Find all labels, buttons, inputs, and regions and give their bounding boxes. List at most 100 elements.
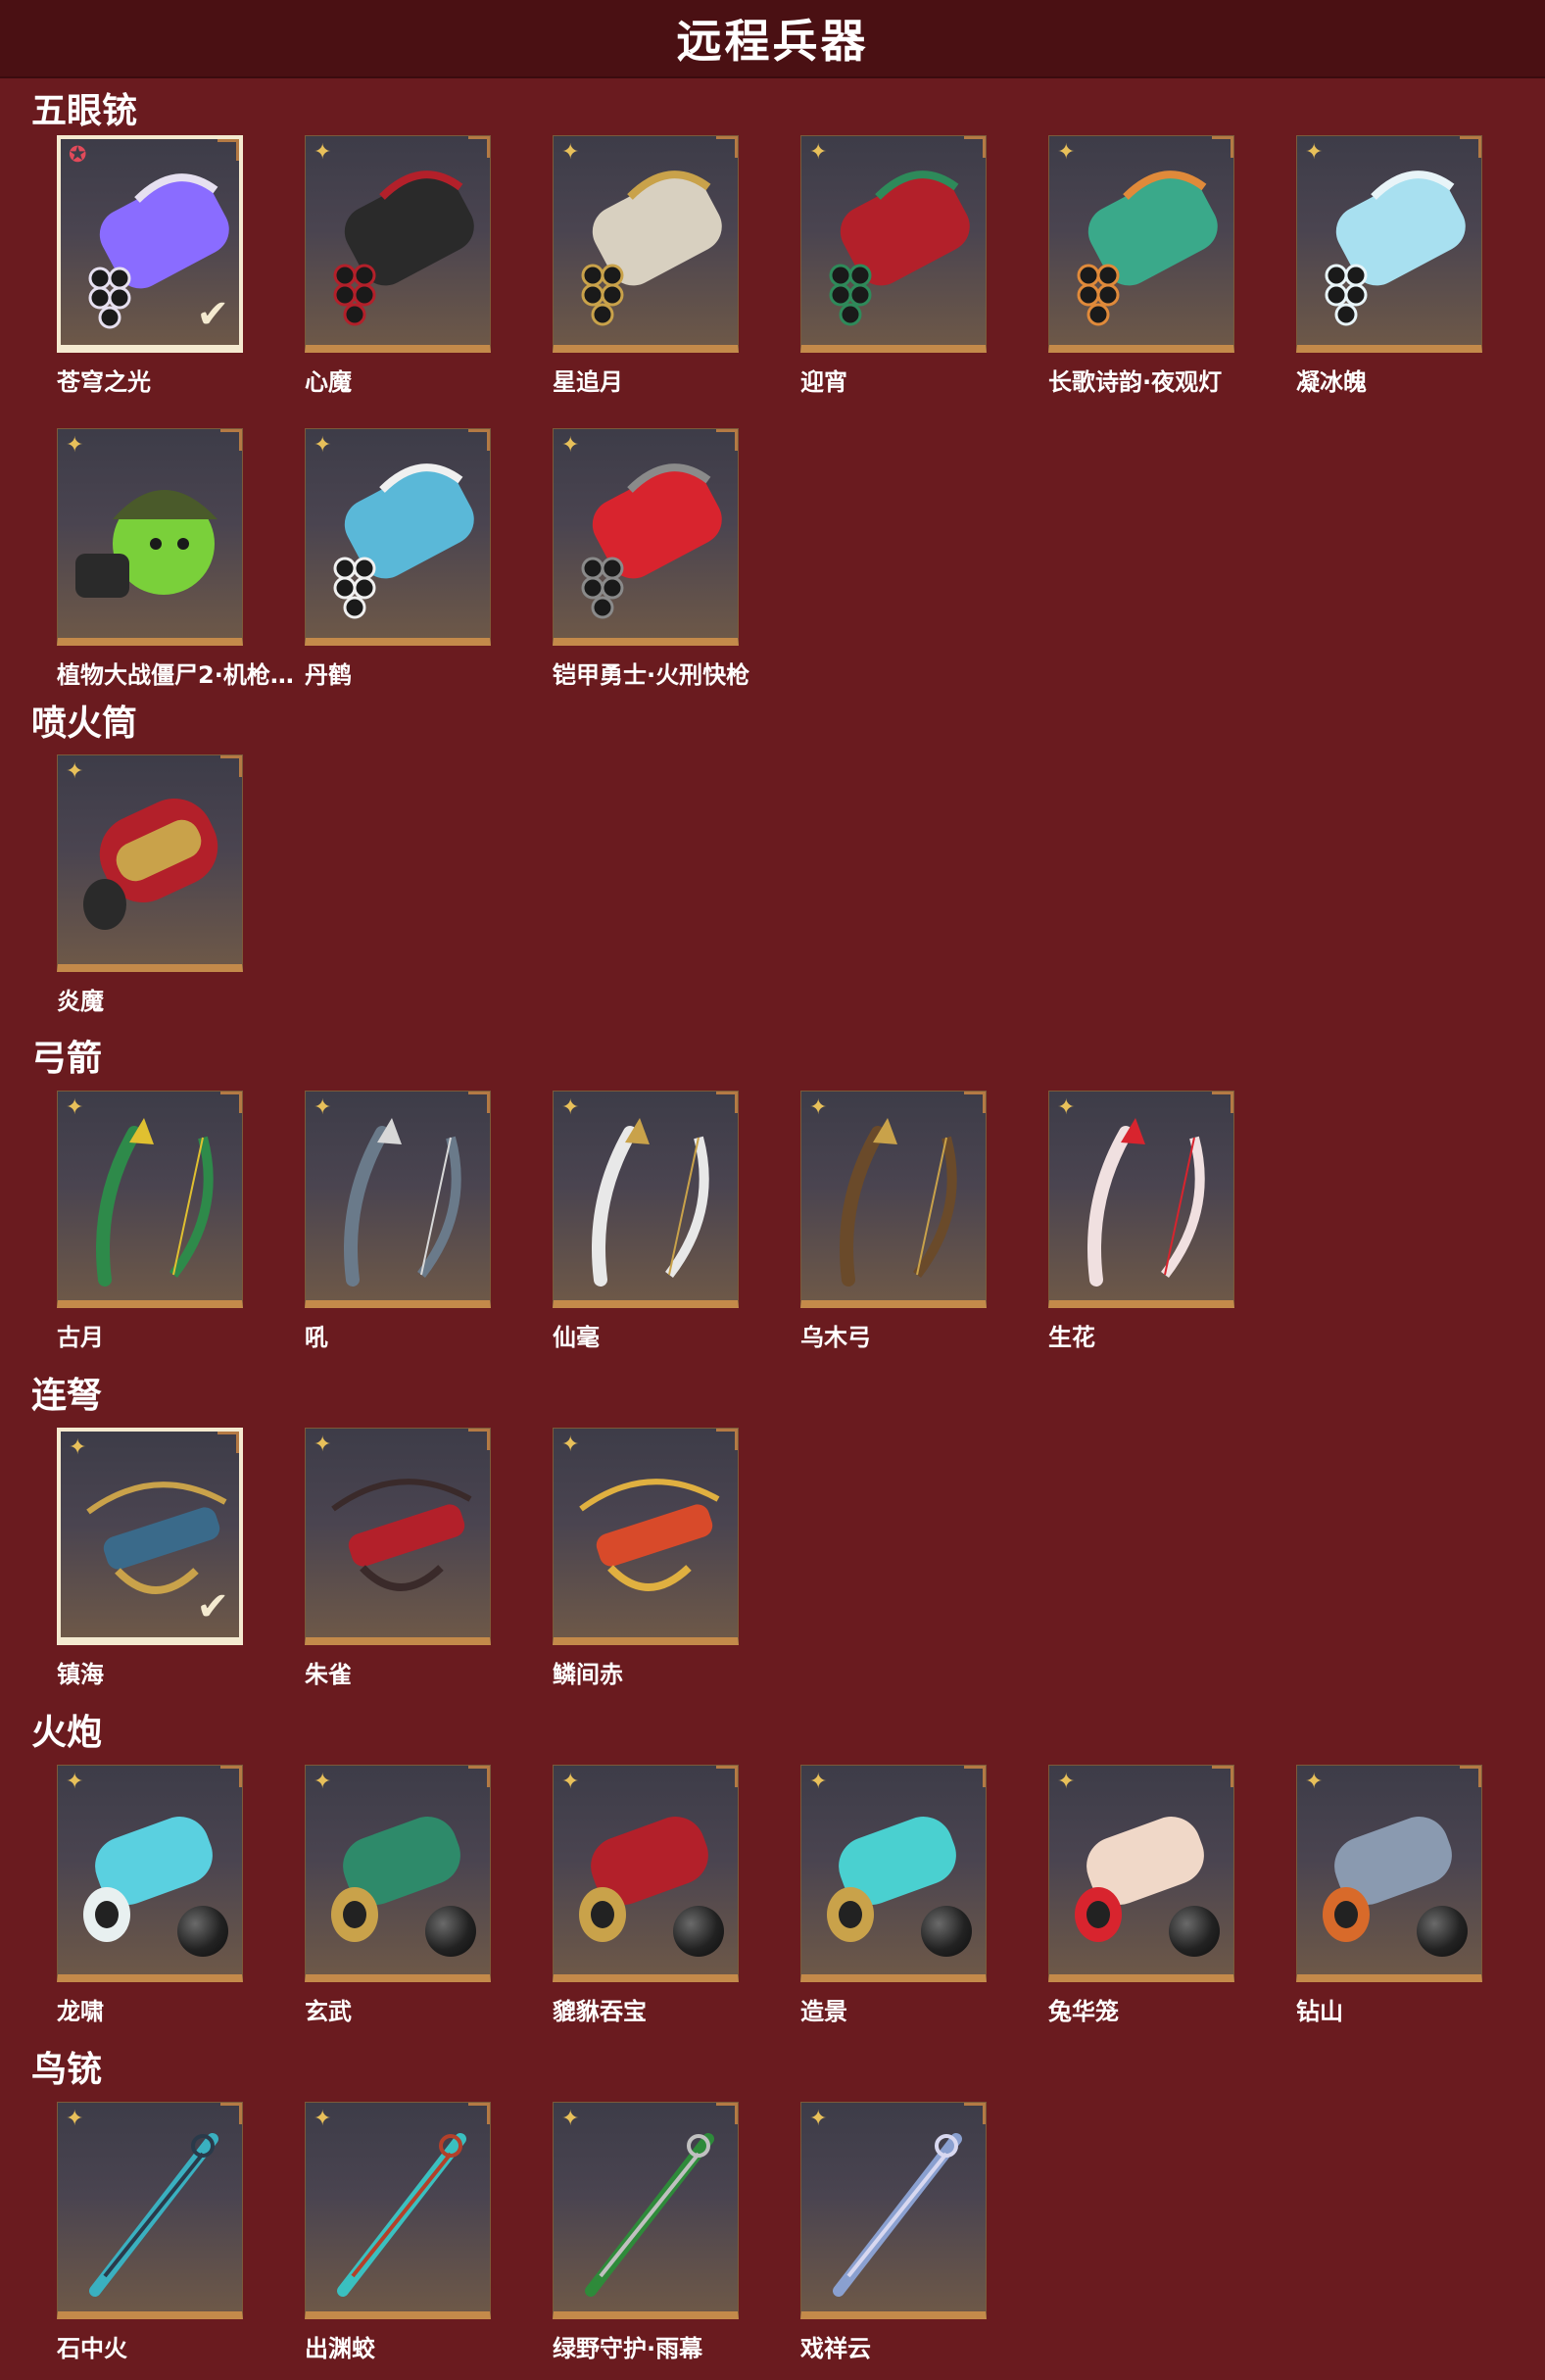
weapon-card[interactable]: ✦ [1048, 1091, 1234, 1308]
corner-bracket-icon [220, 429, 242, 451]
weapon-item[interactable]: ✦ 朱雀 [305, 1428, 497, 1689]
five-barrel-gun-icon [581, 463, 722, 619]
corner-bracket-icon [217, 1432, 239, 1453]
bow-icon [592, 1118, 709, 1287]
weapon-card[interactable]: ✦ [305, 2102, 491, 2319]
corner-bracket-icon [220, 1092, 242, 1113]
corner-bracket-icon [964, 1766, 986, 1787]
weapon-card[interactable]: ✦ [800, 1091, 987, 1308]
weapon-item[interactable]: ✦ 造景 [800, 1765, 992, 2026]
section-title: 五眼铳 [31, 91, 138, 131]
musket-icon [89, 2133, 218, 2297]
weapon-item[interactable]: ✦ 貔貅吞宝 [553, 1765, 745, 2026]
weapon-card[interactable]: ✦ [305, 135, 491, 353]
weapon-item[interactable]: ✦ 炎魔 [57, 754, 249, 1016]
weapon-item[interactable]: ✦ 丹鹤 [305, 428, 497, 690]
weapon-item[interactable]: ✦ 吼 [305, 1091, 497, 1352]
weapon-card[interactable]: ✦ [800, 1765, 987, 1982]
weapon-item[interactable]: ✦ 戏祥云 [800, 2102, 992, 2363]
corner-bracket-icon [1212, 136, 1233, 158]
weapon-card[interactable]: ✦ [1048, 135, 1234, 353]
page-title: 远程兵器 [676, 15, 869, 68]
weapon-card[interactable]: ✪ ✔ [57, 135, 243, 353]
corner-bracket-icon [716, 1766, 738, 1787]
weapon-item[interactable]: ✪ ✔ 苍穹之光 [57, 135, 249, 397]
weapon-name: 铠甲勇士·火刑快枪 [553, 661, 750, 689]
corner-bracket-icon [468, 1429, 490, 1450]
weapon-card[interactable]: ✦ [305, 428, 491, 646]
weapon-card[interactable]: ✦ [800, 135, 987, 353]
five-barrel-gun-icon [1077, 170, 1218, 326]
weapon-card[interactable]: ✦ [57, 1091, 243, 1308]
weapon-item[interactable]: ✦ 玄武 [305, 1765, 497, 2026]
weapon-card[interactable]: ✦ [553, 2102, 739, 2319]
weapon-card[interactable]: ✦ [57, 1765, 243, 1982]
weapon-card[interactable]: ✦ [1048, 1765, 1234, 1982]
weapon-card[interactable]: ✦ [553, 1428, 739, 1645]
weapon-item[interactable]: ✦ 生花 [1048, 1091, 1240, 1352]
cannonball-icon [1169, 1906, 1220, 1957]
weapon-item[interactable]: ✦ 石中火 [57, 2102, 249, 2363]
weapon-item[interactable]: ✦ 植物大战僵尸2·机枪… [57, 428, 294, 690]
weapon-item[interactable]: ✦ 星追月 [553, 135, 745, 397]
corner-bracket-icon [716, 1429, 738, 1450]
weapon-card[interactable]: ✦ [57, 754, 243, 972]
weapon-card[interactable]: ✦ ✔ [57, 1428, 243, 1645]
weapon-item[interactable]: ✦ 出渊蛟 [305, 2102, 497, 2363]
weapon-card[interactable]: ✦ [57, 2102, 243, 2319]
weapon-card[interactable]: ✦ [305, 1091, 491, 1308]
weapon-item[interactable]: ✦ 铠甲勇士·火刑快枪 [553, 428, 750, 690]
weapon-item[interactable]: ✦ ✔ 镇海 [57, 1428, 249, 1689]
weapon-item[interactable]: ✦ 心魔 [305, 135, 497, 397]
weapon-item[interactable]: ✦ 仙毫 [553, 1091, 745, 1352]
weapon-name: 戏祥云 [800, 2335, 871, 2362]
corner-bracket-icon [964, 2103, 986, 2124]
weapon-name: 石中火 [57, 2335, 127, 2362]
corner-bracket-icon [716, 2103, 738, 2124]
corner-bracket-icon [217, 139, 239, 161]
weapon-item[interactable]: ✦ 古月 [57, 1091, 249, 1352]
weapon-item[interactable]: ✦ 兔华笼 [1048, 1765, 1240, 2026]
weapon-card[interactable]: ✦ [1296, 135, 1482, 353]
weapon-item[interactable]: ✦ 绿野守护·雨幕 [553, 2102, 745, 2363]
equipped-check-icon: ✔ [196, 292, 229, 337]
weapon-card[interactable]: ✦ [1296, 1765, 1482, 1982]
weapon-item[interactable]: ✦ 龙啸 [57, 1765, 249, 2026]
cannonball-icon [425, 1906, 476, 1957]
corner-bracket-icon [468, 1092, 490, 1113]
weapon-name: 绿野守护·雨幕 [553, 2335, 703, 2362]
weapon-name: 乌木弓 [800, 1324, 871, 1351]
cannonball-icon [921, 1906, 972, 1957]
weapon-name: 苍穹之光 [57, 368, 151, 396]
five-barrel-gun-icon [829, 170, 970, 326]
weapon-item[interactable]: ✦ 钻山 [1296, 1765, 1488, 2026]
weapon-card[interactable]: ✦ [800, 2102, 987, 2319]
weapon-name: 钻山 [1296, 1998, 1343, 2025]
weapon-name: 星追月 [553, 368, 623, 396]
five-barrel-gun-icon [333, 170, 474, 326]
weapon-card[interactable]: ✦ [305, 1428, 491, 1645]
corner-bracket-icon [468, 429, 490, 451]
weapon-card[interactable]: ✦ [305, 1765, 491, 1982]
weapon-name: 朱雀 [305, 1661, 352, 1688]
weapon-item[interactable]: ✦ 迎宵 [800, 135, 992, 397]
weapon-card[interactable]: ✦ [553, 135, 739, 353]
weapon-item[interactable]: ✦ 乌木弓 [800, 1091, 992, 1352]
weapon-item[interactable]: ✦ 长歌诗韵·夜观灯 [1048, 135, 1240, 397]
weapon-name: 造景 [800, 1998, 847, 2025]
section-title: 火炮 [31, 1713, 103, 1753]
musket-icon [833, 2133, 962, 2297]
weapon-card[interactable]: ✦ [553, 428, 739, 646]
weapon-card[interactable]: ✦ [553, 1765, 739, 1982]
weapon-name: 长歌诗韵·夜观灯 [1048, 368, 1223, 396]
section-title: 连弩 [31, 1376, 103, 1416]
weapon-name: 镇海 [57, 1661, 104, 1688]
weapon-card[interactable]: ✦ [553, 1091, 739, 1308]
weapon-item[interactable]: ✦ 鳞间赤 [553, 1428, 745, 1689]
weapon-item[interactable]: ✦ 凝冰魄 [1296, 135, 1488, 397]
bow-icon [344, 1118, 461, 1287]
five-barrel-gun-icon [333, 463, 474, 619]
equipped-check-icon: ✔ [196, 1584, 229, 1629]
weapon-name: 古月 [57, 1324, 104, 1351]
weapon-card[interactable]: ✦ [57, 428, 243, 646]
